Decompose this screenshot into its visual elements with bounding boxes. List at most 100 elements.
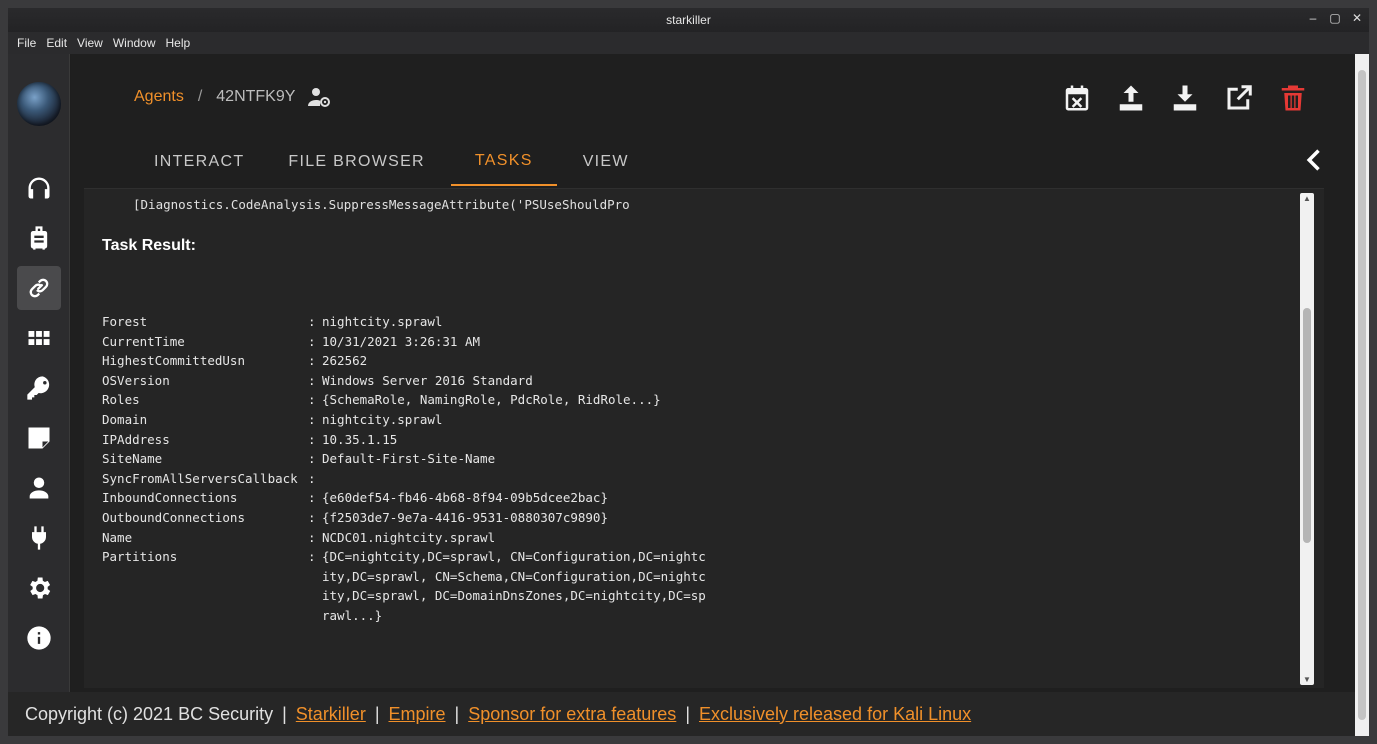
download-button[interactable] <box>1169 82 1201 114</box>
result-row: CurrentTime:10/31/2021 3:26:31 AM <box>102 332 706 352</box>
sidebar-item-settings[interactable] <box>17 566 61 610</box>
link-icon <box>29 278 49 298</box>
footer: Copyright (c) 2021 BC Security | Starkil… <box>8 692 1355 736</box>
result-key: HighestCommittedUsn <box>102 353 245 369</box>
result-key: Forest <box>102 314 148 329</box>
main-content: Agents / 42NTFK9Y INTERACT FILE BROWSER … <box>71 54 1359 692</box>
result-row: Roles: {SchemaRole, NamingRole, PdcRole, … <box>102 390 706 410</box>
agent-tabs: INTERACT FILE BROWSER TASKS VIEW <box>136 138 655 186</box>
task-output-panel: [Diagnostics.CodeAnalysis.SuppressMessag… <box>84 188 1324 688</box>
result-value: Default-First-Site-Name <box>322 451 496 467</box>
result-row: OutboundConnections: {f2503de7-9e7a-4416-… <box>102 508 706 528</box>
upload-icon <box>1119 85 1143 111</box>
note-icon <box>28 427 50 449</box>
task-command-line: [Diagnostics.CodeAnalysis.SuppressMessag… <box>133 197 630 212</box>
result-key: IPAddress <box>102 431 170 447</box>
tab-interact[interactable]: INTERACT <box>136 138 262 186</box>
result-key: OutboundConnections <box>102 509 245 525</box>
menu-help[interactable]: Help <box>161 36 196 50</box>
window-title: starkiller <box>666 13 711 27</box>
footer-separator: | <box>374 703 380 724</box>
footer-separator: | <box>685 703 690 724</box>
sidebar-item-about[interactable] <box>17 616 61 660</box>
sidebar-item-plugins[interactable] <box>17 516 61 560</box>
sidebar-item-stagers[interactable] <box>17 216 61 260</box>
kali-linux-link[interactable]: Exclusively released for Kali Linux <box>699 704 971 725</box>
sidebar-item-reporting[interactable] <box>17 416 61 460</box>
sidebar-item-credentials[interactable] <box>17 366 61 410</box>
app-logo-avatar[interactable] <box>17 82 61 126</box>
sidebar-item-modules[interactable] <box>17 316 61 360</box>
result-value: {SchemaRole, NamingRole, PdcRole, RidRol… <box>322 392 661 408</box>
breadcrumb: Agents / 42NTFK9Y <box>134 86 331 108</box>
plug-icon <box>32 526 46 550</box>
key-icon <box>27 376 50 400</box>
copyright-text: Copyright (c) 2021 BC Security <box>25 703 274 724</box>
menu-file[interactable]: File <box>12 36 41 50</box>
result-key: Partitions <box>102 549 178 565</box>
output-scrollbar-thumb[interactable] <box>1303 308 1311 543</box>
window-scrollbar-thumb[interactable] <box>1358 70 1366 720</box>
result-value: 262562 <box>322 353 368 369</box>
result-value-continuation: ity,DC=sprawl, DC=DomainDnsZones,DC=nigh… <box>322 588 706 604</box>
footer-separator: | <box>454 703 460 724</box>
menu-view[interactable]: View <box>72 36 108 50</box>
task-result-title: Task Result: <box>102 237 196 254</box>
open-external-icon <box>1227 85 1252 110</box>
app-window: starkiller – ▢ ✕ File Edit View Window H… <box>8 8 1369 736</box>
result-row: HighestCommittedUsn:262562 <box>102 351 706 371</box>
footer-separator: | <box>282 703 287 724</box>
scroll-up-arrow[interactable]: ▲ <box>1303 194 1311 203</box>
maximize-button[interactable]: ▢ <box>1329 11 1341 25</box>
open-external-button[interactable] <box>1223 82 1255 114</box>
result-row: SyncFromAllServersCallback: <box>102 469 706 489</box>
task-output-content: [Diagnostics.CodeAnalysis.SuppressMessag… <box>102 189 1294 688</box>
result-key: OSVersion <box>102 372 170 388</box>
menu-edit[interactable]: Edit <box>41 36 72 50</box>
close-button[interactable]: ✕ <box>1351 11 1363 25</box>
sidebar-item-listeners[interactable] <box>17 166 61 210</box>
result-row: IPAddress:10.35.1.15 <box>102 430 706 450</box>
grid-icon <box>28 331 50 345</box>
result-value: NCDC01.nightcity.sprawl <box>322 529 496 545</box>
sidebar <box>8 54 70 692</box>
output-scrollbar[interactable]: ▲ ▼ <box>1300 193 1314 685</box>
agent-toolbar <box>1061 82 1309 114</box>
result-value: Windows Server 2016 Standard <box>322 372 533 388</box>
result-value: {e60def54-fb46-4b68-8f94-09b5dcee2bac} <box>322 490 608 506</box>
tab-view[interactable]: VIEW <box>565 138 647 186</box>
upload-button[interactable] <box>1115 82 1147 114</box>
tab-file-browser[interactable]: FILE BROWSER <box>270 138 443 186</box>
clear-tasks-button[interactable] <box>1061 82 1093 114</box>
result-key: InboundConnections <box>102 490 238 506</box>
result-row: Forest: nightcity.sprawl <box>102 312 706 332</box>
result-key: Name <box>102 529 133 545</box>
window-scrollbar[interactable] <box>1355 54 1369 736</box>
breadcrumb-separator: / <box>197 88 203 105</box>
result-value: {f2503de7-9e7a-4416-9531-0880307c9890} <box>322 509 608 525</box>
starkiller-link[interactable]: Starkiller <box>296 704 366 725</box>
result-value: nightcity.sprawl <box>322 411 443 427</box>
menu-window[interactable]: Window <box>108 36 161 50</box>
sidebar-item-agents[interactable] <box>17 266 61 310</box>
tab-tasks[interactable]: TASKS <box>450 138 557 186</box>
result-key: SiteName <box>102 451 163 467</box>
delete-agent-button[interactable] <box>1277 82 1309 114</box>
result-row: Name: NCDC01.nightcity.sprawl <box>102 528 706 548</box>
chevron-left-icon[interactable] <box>1301 146 1329 174</box>
result-key: CurrentTime <box>102 333 185 349</box>
result-value: nightcity.sprawl <box>322 314 443 329</box>
empire-link[interactable]: Empire <box>389 704 446 725</box>
info-icon <box>27 626 51 650</box>
result-key: SyncFromAllServersCallback <box>102 470 298 486</box>
user-icon <box>29 477 49 499</box>
user-gear-icon[interactable] <box>307 86 331 108</box>
headphones-icon <box>28 177 50 199</box>
luggage-icon <box>30 226 48 250</box>
minimize-button[interactable]: – <box>1307 11 1319 25</box>
breadcrumb-agents-link[interactable]: Agents <box>134 88 184 106</box>
sidebar-item-users[interactable] <box>17 466 61 510</box>
result-row: Partitions: {DC=nightcity,DC=sprawl, CN=C… <box>102 547 706 567</box>
sponsor-link[interactable]: Sponsor for extra features <box>468 704 676 725</box>
scroll-down-arrow[interactable]: ▼ <box>1303 675 1311 684</box>
